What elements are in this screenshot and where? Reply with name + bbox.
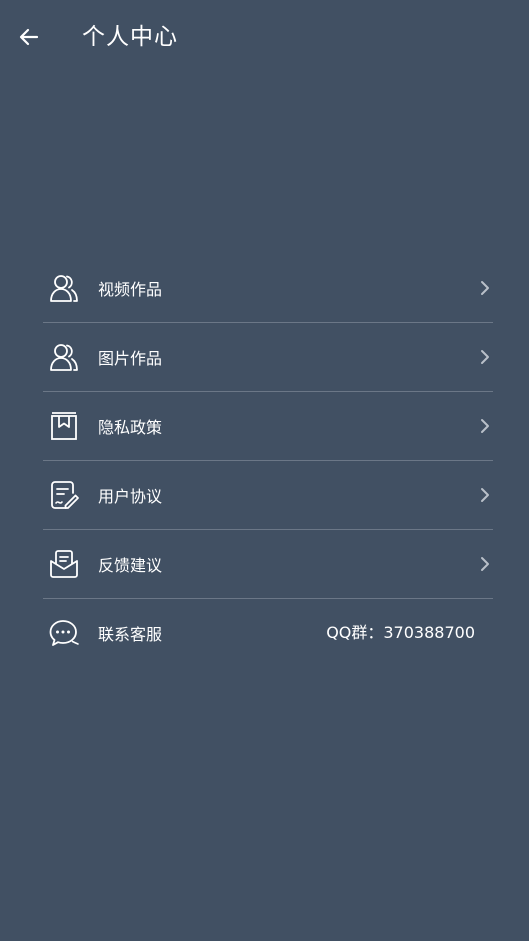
menu-item-label: 反馈建议 [98, 556, 163, 575]
user-icon [47, 271, 81, 305]
app-header: 个人中心 [0, 0, 529, 76]
menu-item-label: 图片作品 [98, 349, 163, 368]
chevron-right-icon [475, 416, 495, 436]
document-edit-icon [47, 478, 81, 512]
menu-list: 视频作品 图片作品 隐私政策 用户协议 反馈建议 联系客服 QQ群：370388… [43, 254, 493, 667]
menu-item-label: 视频作品 [98, 280, 163, 299]
menu-item-feedback[interactable]: 反馈建议 [43, 530, 493, 599]
chevron-right-icon [475, 554, 495, 574]
back-button[interactable] [12, 20, 46, 54]
chevron-right-icon [475, 347, 495, 367]
menu-item-video-works[interactable]: 视频作品 [43, 254, 493, 323]
page-title: 个人中心 [82, 24, 178, 50]
chat-bubble-icon [47, 616, 81, 650]
chevron-right-icon [475, 278, 495, 298]
bookmark-book-icon [47, 409, 81, 443]
menu-item-label: 隐私政策 [98, 418, 163, 437]
menu-item-privacy-policy[interactable]: 隐私政策 [43, 392, 493, 461]
menu-item-label: 用户协议 [98, 487, 163, 506]
mail-icon [47, 547, 81, 581]
user-icon [47, 340, 81, 374]
menu-item-customer-service[interactable]: 联系客服 QQ群：370388700 [43, 599, 493, 667]
menu-item-image-works[interactable]: 图片作品 [43, 323, 493, 392]
menu-item-user-agreement[interactable]: 用户协议 [43, 461, 493, 530]
back-arrow-icon [19, 28, 39, 46]
menu-item-label: 联系客服 [98, 625, 163, 644]
qq-group-number: QQ群：370388700 [326, 623, 475, 642]
chevron-right-icon [475, 485, 495, 505]
